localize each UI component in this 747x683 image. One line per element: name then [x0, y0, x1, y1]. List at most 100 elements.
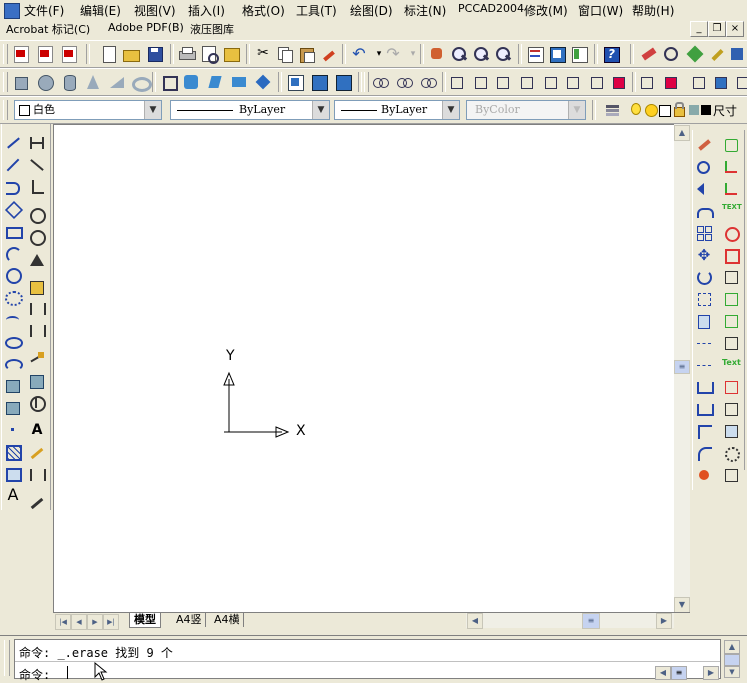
dim-update-icon[interactable]: [28, 466, 46, 484]
restore-button[interactable]: ❐: [708, 21, 726, 37]
intersect-icon[interactable]: [420, 73, 438, 91]
cylinder-icon[interactable]: [60, 73, 78, 91]
ordinate-dim-icon[interactable]: [28, 178, 46, 196]
tab-model[interactable]: 模型: [129, 613, 161, 628]
cmd-scroll-up-icon[interactable]: ▲: [724, 640, 740, 654]
imprint-icon[interactable]: [638, 73, 656, 91]
pccad-text-style-icon[interactable]: TEXT: [722, 202, 742, 220]
pccad-spring-icon[interactable]: [722, 444, 740, 462]
color-faces-icon[interactable]: [610, 73, 628, 91]
move-faces-icon[interactable]: [472, 73, 490, 91]
publish-icon[interactable]: [222, 45, 240, 63]
construction-line-icon[interactable]: [4, 156, 22, 174]
save-icon[interactable]: [146, 45, 164, 63]
pccad-surface-icon[interactable]: [722, 312, 740, 330]
pccad-title-block-icon[interactable]: [722, 422, 740, 440]
redo-icon[interactable]: ↷: [384, 45, 402, 63]
minimize-button[interactable]: _: [690, 21, 708, 37]
tab-first-button[interactable]: |◀: [55, 614, 71, 630]
tab-last-button[interactable]: ▶|: [103, 614, 119, 630]
erase-icon[interactable]: [695, 136, 713, 154]
design-center-icon[interactable]: [548, 45, 566, 63]
print-icon[interactable]: [178, 45, 196, 63]
tab-a4-landscape[interactable]: A4横: [211, 613, 244, 627]
scroll-thumb[interactable]: ≡: [674, 360, 690, 374]
ellipse-icon[interactable]: [4, 332, 23, 350]
chevron-down-icon[interactable]: ▼: [442, 101, 459, 119]
chamfer-icon[interactable]: [695, 422, 713, 440]
toolbar-grip[interactable]: [3, 44, 8, 64]
clean-icon[interactable]: [662, 73, 680, 91]
drawing-canvas[interactable]: Y X: [53, 124, 675, 615]
mirror-icon[interactable]: [695, 180, 713, 198]
pccad-bom-icon[interactable]: [722, 400, 740, 418]
pccad-text-icon[interactable]: Text: [722, 356, 741, 374]
extrude-faces-icon[interactable]: [448, 73, 466, 91]
pccad-tool-2-icon[interactable]: [662, 45, 680, 63]
torus-icon[interactable]: [130, 73, 152, 92]
menu-help[interactable]: 帮助(H): [632, 2, 674, 19]
stretch-icon[interactable]: [695, 312, 713, 330]
interfere-icon[interactable]: [254, 73, 272, 91]
copy-object-icon[interactable]: [695, 158, 713, 176]
menu-adobe-pdf[interactable]: Adobe PDF(B): [108, 21, 184, 34]
center-mark-icon[interactable]: [28, 394, 46, 412]
rotate-icon[interactable]: [695, 268, 713, 286]
toolbar-grip[interactable]: [364, 72, 369, 92]
cone-icon[interactable]: [84, 73, 102, 91]
linetype-dropdown[interactable]: ByLayer ▼: [170, 100, 330, 120]
pccad-tool-4-icon[interactable]: [708, 45, 726, 63]
toolbar-grip[interactable]: [3, 100, 8, 120]
menu-file[interactable]: 文件(F): [24, 2, 64, 19]
subtract-icon[interactable]: [396, 73, 414, 91]
menu-modify[interactable]: 修改(M): [524, 2, 568, 19]
pccad-tool-3-icon[interactable]: [686, 45, 704, 63]
properties-icon[interactable]: [526, 45, 544, 63]
menu-edit[interactable]: 编辑(E): [80, 2, 121, 19]
spline-icon[interactable]: [4, 310, 22, 328]
ellipse-arc-icon[interactable]: [4, 354, 23, 372]
zoom-realtime-icon[interactable]: [450, 45, 468, 63]
new-file-icon[interactable]: [100, 45, 118, 63]
move-icon[interactable]: ✥: [695, 246, 713, 264]
setup-view-icon[interactable]: [310, 73, 328, 91]
pccad-symbol-icon[interactable]: [722, 224, 740, 242]
lineweight-dropdown[interactable]: ByLayer ▼: [334, 100, 460, 120]
pan-realtime-icon[interactable]: [428, 45, 446, 63]
wedge-icon[interactable]: [108, 73, 126, 91]
point-icon[interactable]: [4, 420, 22, 438]
pccad-fit-icon[interactable]: [722, 268, 740, 286]
sphere-icon[interactable]: [36, 73, 54, 91]
horizontal-scrollbar[interactable]: ◀ ≡ ▶: [466, 613, 674, 629]
tab-prev-button[interactable]: ◀: [71, 614, 87, 630]
fillet-icon[interactable]: [695, 444, 713, 462]
pccad-balloon-icon[interactable]: [722, 378, 740, 396]
scroll-left-icon[interactable]: ◀: [467, 613, 483, 629]
circle-icon[interactable]: [4, 266, 22, 284]
pccad-tool-1-icon[interactable]: [640, 45, 658, 63]
revision-cloud-icon[interactable]: [4, 288, 23, 306]
pccad-layer-icon[interactable]: [722, 136, 740, 154]
diameter-dim-icon[interactable]: [28, 228, 46, 246]
help-icon[interactable]: ?: [602, 45, 620, 63]
copy-icon[interactable]: [276, 45, 294, 63]
slice-icon[interactable]: [206, 73, 224, 91]
arc-icon[interactable]: [4, 244, 22, 263]
explode-icon[interactable]: [695, 466, 713, 484]
cmd-scroll-right-icon[interactable]: ▶: [703, 666, 719, 680]
cmd-scroll-thumb[interactable]: ≡: [671, 666, 687, 680]
match-properties-icon[interactable]: [320, 45, 338, 63]
section-icon[interactable]: [230, 73, 248, 91]
close-button[interactable]: ×: [726, 21, 744, 37]
scroll-up-icon[interactable]: ▲: [674, 125, 690, 141]
undo-icon[interactable]: ↶: [350, 45, 368, 63]
menu-view[interactable]: 视图(V): [134, 2, 176, 19]
cmd-scroll-down-icon[interactable]: ▼: [724, 666, 740, 678]
pccad-weld-icon[interactable]: [722, 334, 740, 352]
break-at-point-icon[interactable]: [695, 378, 714, 396]
scroll-right-icon[interactable]: ▶: [656, 613, 672, 629]
delete-faces-icon[interactable]: [518, 73, 536, 91]
shell-icon[interactable]: [712, 73, 730, 91]
app-icon[interactable]: [4, 3, 20, 19]
taper-faces-icon[interactable]: [564, 73, 582, 91]
